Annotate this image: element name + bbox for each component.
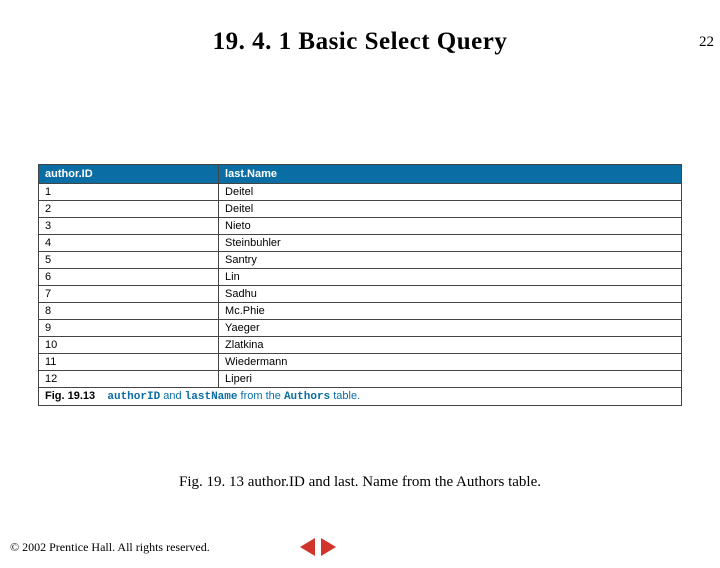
caption-fig-tag: Fig. 19.13 [45, 390, 95, 402]
table-row: 7Sadhu [39, 286, 682, 303]
cell-id: 12 [39, 371, 219, 388]
cell-name: Deitel [219, 184, 682, 201]
caption-code: authorID [107, 391, 160, 403]
table-header-row: author.ID last.Name [39, 165, 682, 184]
cell-name: Nieto [219, 218, 682, 235]
cell-id: 2 [39, 201, 219, 218]
table-row: 1Deitel [39, 184, 682, 201]
footer: © 2002 Prentice Hall. All rights reserve… [10, 538, 336, 556]
cell-id: 6 [39, 269, 219, 286]
col-header-authorid: author.ID [39, 165, 219, 184]
cell-name: Mc.Phie [219, 303, 682, 320]
cell-id: 4 [39, 235, 219, 252]
cell-id: 3 [39, 218, 219, 235]
caption-text: from the [241, 390, 284, 402]
figure-caption: Fig. 19. 13 author.ID and last. Name fro… [0, 474, 720, 491]
caption-text: table. [333, 390, 360, 402]
table-row: 8Mc.Phie [39, 303, 682, 320]
caption-text: and [163, 390, 184, 402]
table-container: author.ID last.Name 1Deitel 2Deitel 3Nie… [38, 164, 682, 406]
copyright-text: © 2002 Prentice Hall. All rights reserve… [10, 540, 210, 555]
table-row: 4Steinbuhler [39, 235, 682, 252]
table-row: 12Liperi [39, 371, 682, 388]
cell-name: Deitel [219, 201, 682, 218]
cell-id: 1 [39, 184, 219, 201]
cell-id: 10 [39, 337, 219, 354]
cell-name: Zlatkina [219, 337, 682, 354]
caption-code: lastName [185, 391, 238, 403]
table-row: 9Yaeger [39, 320, 682, 337]
table-row: 11Wiedermann [39, 354, 682, 371]
next-button-icon[interactable] [321, 538, 336, 556]
cell-name: Wiedermann [219, 354, 682, 371]
cell-name: Sadhu [219, 286, 682, 303]
slide-title: 19. 4. 1 Basic Select Query [0, 28, 720, 56]
cell-name: Liperi [219, 371, 682, 388]
cell-id: 5 [39, 252, 219, 269]
cell-name: Steinbuhler [219, 235, 682, 252]
cell-name: Lin [219, 269, 682, 286]
cell-id: 11 [39, 354, 219, 371]
table-caption-row: Fig. 19.13 authorID and lastName from th… [39, 388, 682, 406]
prev-button-icon[interactable] [300, 538, 315, 556]
cell-name: Santry [219, 252, 682, 269]
cell-name: Yaeger [219, 320, 682, 337]
cell-id: 9 [39, 320, 219, 337]
table-row: 3Nieto [39, 218, 682, 235]
table-row: 6Lin [39, 269, 682, 286]
table-row: 10Zlatkina [39, 337, 682, 354]
page-number: 22 [699, 34, 714, 51]
table-row: 2Deitel [39, 201, 682, 218]
cell-id: 7 [39, 286, 219, 303]
col-header-lastname: last.Name [219, 165, 682, 184]
cell-id: 8 [39, 303, 219, 320]
table-row: 5Santry [39, 252, 682, 269]
authors-table: author.ID last.Name 1Deitel 2Deitel 3Nie… [38, 164, 682, 406]
caption-code: Authors [284, 391, 330, 403]
nav-buttons [300, 538, 336, 556]
